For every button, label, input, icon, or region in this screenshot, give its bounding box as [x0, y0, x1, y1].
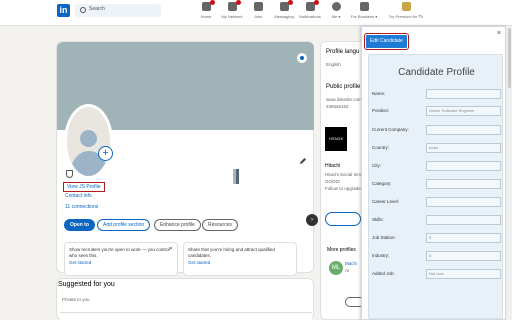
candidate-profile-panel: Candidate Profile Name: Position: Senior …: [368, 54, 503, 319]
add-profile-section-button[interactable]: Add profile section: [97, 219, 151, 231]
nav-me[interactable]: Me ▾: [322, 2, 350, 19]
candidate-profile-title: Candidate Profile: [398, 67, 475, 78]
bell-icon: [305, 0, 319, 11]
profile-avatar[interactable]: [64, 104, 113, 179]
get-started-link[interactable]: Get started: [69, 260, 173, 265]
private-note: Private to you: [62, 297, 90, 302]
field-city: City:: [372, 161, 502, 173]
follow-button[interactable]: [325, 212, 361, 226]
close-icon[interactable]: ×: [497, 30, 501, 37]
field-career-level: Career Level:: [372, 197, 502, 209]
avatar-icon: [331, 2, 341, 11]
company-logo-thumb: [233, 169, 239, 184]
contact-info-link[interactable]: Contact info: [65, 193, 92, 199]
field-company: Current Company:: [372, 125, 502, 137]
resources-button[interactable]: Resources: [202, 219, 238, 231]
field-category: Category:: [372, 179, 502, 191]
hiring-card: Share that you're hiring and attract qua…: [183, 242, 297, 276]
career-level-field[interactable]: [426, 197, 501, 207]
open-to-button[interactable]: Open to: [64, 219, 95, 231]
field-country: Country: India: [372, 143, 502, 155]
city-field[interactable]: [426, 161, 501, 171]
name-field[interactable]: [426, 89, 501, 99]
position-field[interactable]: Senior Software Engineer: [426, 106, 501, 116]
carousel-next-button[interactable]: ›: [306, 214, 318, 226]
field-position: Position: Senior Software Engineer: [372, 106, 502, 118]
open-to-work-card: Show recruiters you're open to work — yo…: [64, 242, 178, 276]
edit-pencil-icon[interactable]: [299, 152, 307, 164]
field-name: Name:: [372, 89, 502, 101]
nav-home[interactable]: Home: [192, 0, 220, 19]
search-icon: [80, 7, 86, 13]
country-field[interactable]: India: [426, 143, 501, 153]
close-icon[interactable]: ✕: [169, 246, 173, 252]
view-js-profile-link[interactable]: View JS Profile: [63, 182, 105, 192]
home-icon: [201, 0, 215, 11]
job-station-field[interactable]: 0: [426, 233, 501, 243]
suggested-title: Suggested for you: [58, 281, 115, 288]
nav-jobs[interactable]: Jobs: [244, 2, 272, 19]
add-photo-button[interactable]: +: [98, 146, 113, 161]
nav-my-network[interactable]: My Network: [218, 0, 246, 19]
overlay-scrollbar[interactable]: [507, 26, 512, 320]
suggested-progress: [60, 312, 312, 320]
industry-field[interactable]: 0: [426, 251, 501, 261]
nav-messaging[interactable]: Messaging: [270, 0, 298, 19]
shield-icon: [66, 170, 73, 178]
search-input[interactable]: Search: [75, 4, 161, 17]
connections-link[interactable]: 11 connections: [65, 204, 98, 210]
premium-icon: [401, 2, 411, 11]
field-added-job: Added Job: Not now: [372, 269, 502, 281]
added-job-field[interactable]: Not now: [426, 269, 501, 279]
search-placeholder: Search: [89, 6, 105, 12]
company-logo: HITACHI: [325, 127, 347, 151]
network-icon: [227, 0, 241, 11]
right-rail: Profile langu English Public profile www…: [320, 41, 365, 320]
message-icon: [279, 0, 293, 11]
category-field[interactable]: [426, 179, 501, 189]
briefcase-icon: [253, 2, 263, 11]
field-job-station: Job Station: 0: [372, 233, 502, 245]
company-field[interactable]: [426, 125, 501, 135]
field-skills: Skills:: [372, 215, 502, 227]
get-started-link[interactable]: Get started: [188, 260, 292, 265]
linkedin-logo[interactable]: in: [57, 4, 70, 17]
nav-notifications[interactable]: Notifications: [296, 0, 324, 19]
avatar[interactable]: ML: [329, 261, 343, 275]
skills-field[interactable]: [426, 215, 501, 225]
nav-premium[interactable]: Try Premium for ₹0: [386, 2, 426, 19]
enhance-profile-button[interactable]: Enhance profile: [154, 219, 201, 231]
profile-card: + View JS Profile Contact info 11 connec…: [56, 41, 318, 276]
nav-for-business[interactable]: For Business ▾: [348, 2, 380, 19]
field-industry: Industry: 0: [372, 251, 502, 263]
grid-icon: [359, 2, 369, 11]
edit-candidate-button[interactable]: Edit Candidate: [364, 33, 409, 50]
top-navbar: in Search Home My Network Jobs Messaging…: [0, 0, 512, 26]
candidate-overlay: × Edit Candidate Candidate Profile Name:…: [361, 26, 506, 320]
camera-icon[interactable]: [297, 53, 307, 63]
